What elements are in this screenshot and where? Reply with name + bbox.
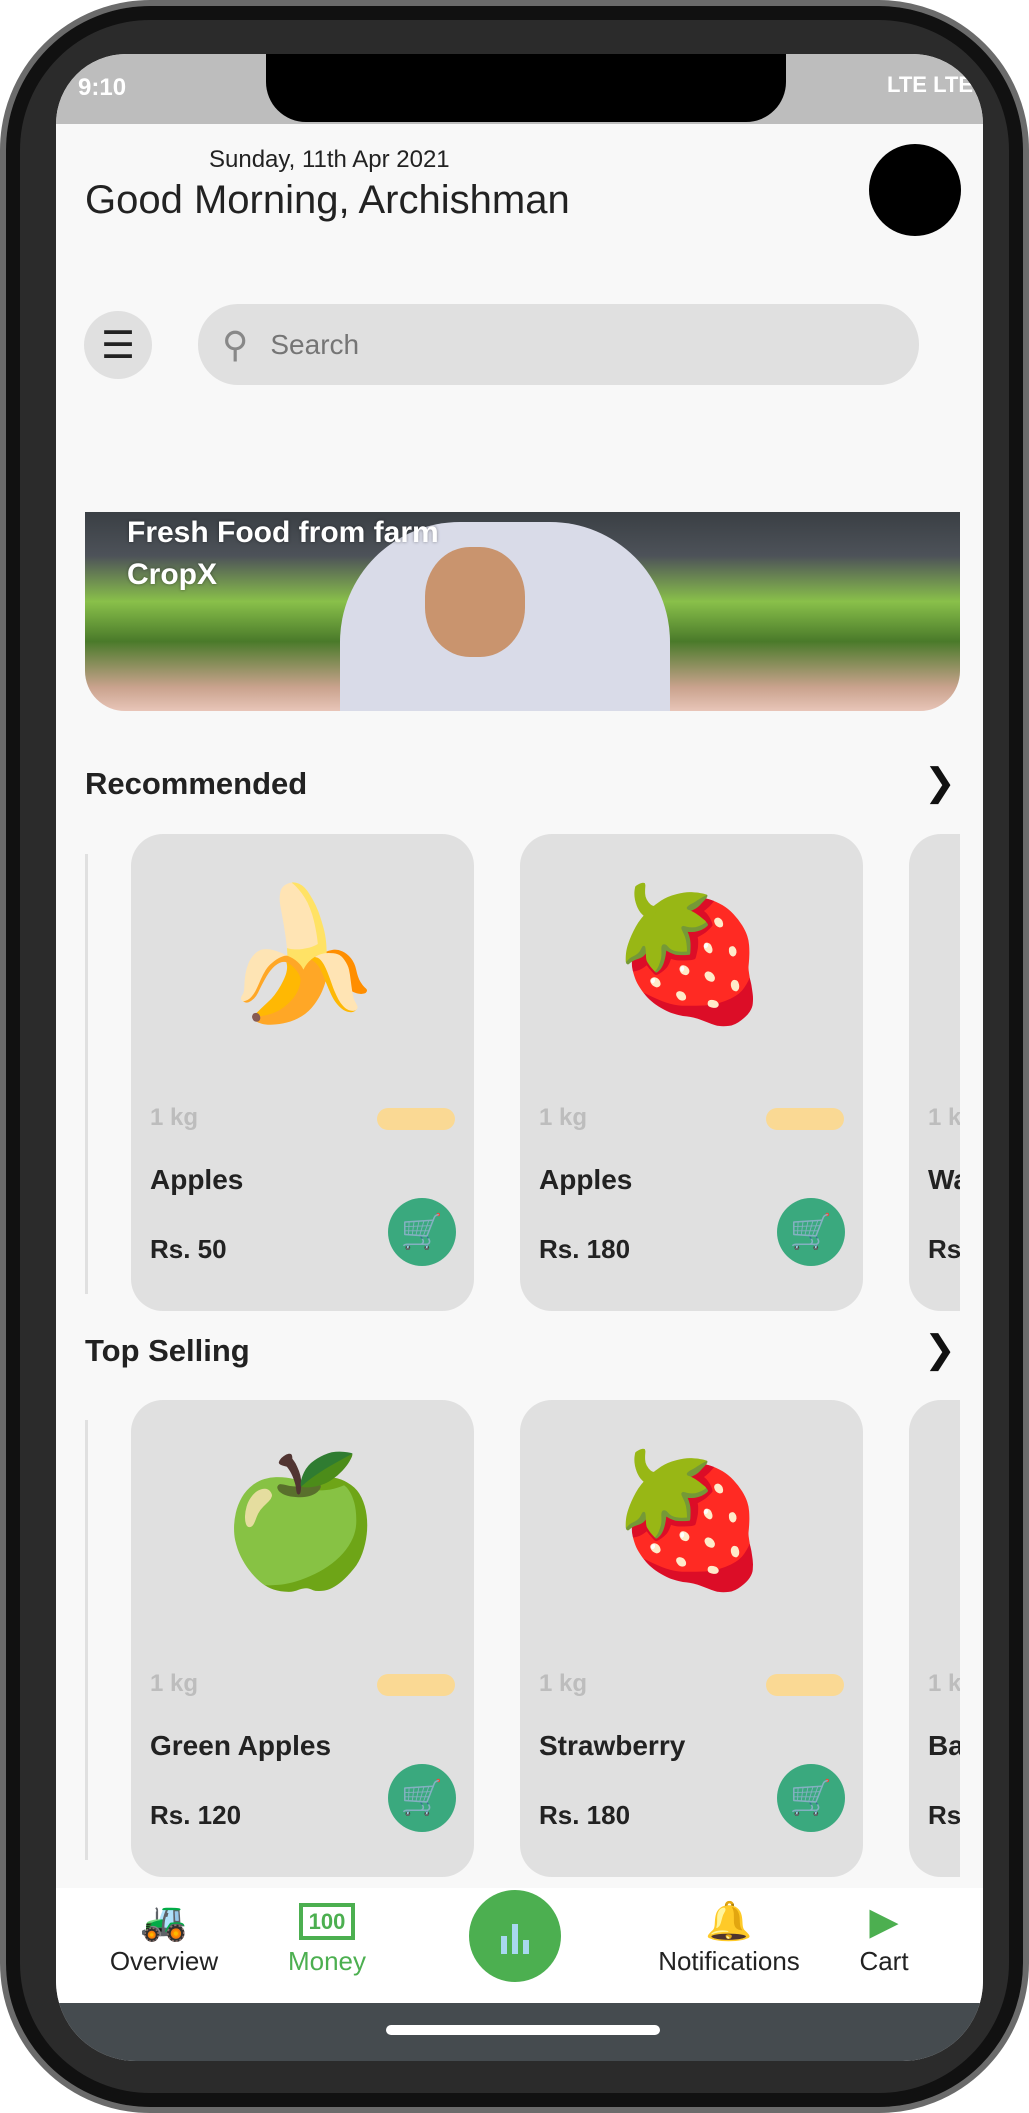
product-name: Ba xyxy=(928,1730,960,1761)
product-tag xyxy=(766,1108,844,1130)
product-card[interactable]: 🍓 1 kg Apples Rs. 180 🛒 xyxy=(520,834,863,1311)
shopping-bag-icon: ▶ xyxy=(869,1901,899,1943)
chevron-right-icon[interactable]: ❯ xyxy=(924,1327,956,1372)
product-weight: 1 kg xyxy=(539,1670,588,1697)
nav-cart[interactable]: ▶ Cart xyxy=(824,1898,944,1977)
status-bar: 9:10 LTE LTE xyxy=(56,54,983,124)
product-price: Rs. 50 xyxy=(150,1234,227,1264)
previous-card-edge xyxy=(85,854,88,1294)
avatar[interactable] xyxy=(869,144,961,236)
promo-banner[interactable]: Fresh Food from farm CropX xyxy=(85,512,960,711)
add-to-cart-button[interactable]: 🛒 xyxy=(777,1198,845,1266)
nav-label: Money xyxy=(287,1946,367,1976)
tractor-icon: 🚜 xyxy=(140,1901,188,1943)
product-weight: 1 k xyxy=(928,1104,960,1131)
product-price: Rs. xyxy=(928,1234,960,1264)
strawberry-image: 🍓 xyxy=(609,1446,771,1593)
cart-icon: 🛒 xyxy=(400,1779,444,1817)
search-input[interactable] xyxy=(270,328,632,361)
nav-label: Overview xyxy=(109,1946,219,1976)
product-card[interactable]: 🍏 1 kg Green Apples Rs. 120 🛒 xyxy=(131,1400,474,1877)
date-label: Sunday, 11th Apr 2021 xyxy=(209,146,450,173)
nav-label: Notifications xyxy=(658,1946,800,1976)
product-card[interactable]: 🍌 1 kg Apples Rs. 50 🛒 xyxy=(131,834,474,1311)
top-selling-row[interactable]: 🍏 1 kg Green Apples Rs. 120 🛒 🍓 1 kg Stra… xyxy=(85,1400,960,1880)
status-time: 9:10 xyxy=(78,74,127,101)
nav-notifications[interactable]: 🔔 Notifications xyxy=(634,1898,824,1977)
product-tag xyxy=(377,1674,455,1696)
chevron-right-icon[interactable]: ❯ xyxy=(924,760,956,805)
menu-button[interactable]: ☰ xyxy=(84,311,152,379)
product-price: Rs. 120 xyxy=(150,1800,242,1830)
gesture-bar xyxy=(56,2003,983,2061)
product-card[interactable]: 🍉 1 k Wa Rs. 🛒 xyxy=(909,834,960,1311)
bar-chart-icon-bar xyxy=(523,1940,529,1954)
recommended-row[interactable]: 🍌 1 kg Apples Rs. 50 🛒 🍓 1 kg Apples Rs. … xyxy=(85,834,960,1314)
cart-icon: 🛒 xyxy=(789,1213,833,1251)
app-screen: 9:10 LTE LTE Sunday, 11th Apr 2021 Good … xyxy=(56,54,983,2061)
product-weight: 1 k xyxy=(928,1670,960,1697)
search-icon: ⚲ xyxy=(222,323,249,365)
product-name: Strawberry xyxy=(539,1730,686,1761)
bar-chart-icon-bar xyxy=(512,1924,518,1954)
home-indicator[interactable] xyxy=(386,2025,660,2035)
add-to-cart-button[interactable]: 🛒 xyxy=(388,1764,456,1832)
section-title-recommended: Recommended xyxy=(85,766,308,801)
product-name: Apples xyxy=(539,1164,633,1195)
add-to-cart-button[interactable]: 🛒 xyxy=(388,1198,456,1266)
product-card[interactable]: 🍌 1 k Ba Rs. 🛒 xyxy=(909,1400,960,1877)
banana-image: 🍌 xyxy=(220,880,382,1027)
strawberry-image: 🍓 xyxy=(609,880,771,1027)
product-price: Rs. 180 xyxy=(539,1800,631,1830)
camera-notch xyxy=(266,54,786,122)
product-name: Apples xyxy=(150,1164,244,1195)
bar-chart-icon xyxy=(501,1936,507,1954)
product-name: Green Apples xyxy=(150,1730,332,1761)
banner-line2: CropX xyxy=(127,558,217,591)
previous-card-edge xyxy=(85,1420,88,1860)
product-name: Wa xyxy=(928,1164,960,1195)
money-icon: 100 xyxy=(247,1898,407,1946)
cart-icon: 🛒 xyxy=(400,1213,444,1251)
product-card[interactable]: 🍓 1 kg Strawberry Rs. 180 🛒 xyxy=(520,1400,863,1877)
nav-money[interactable]: 100 Money xyxy=(247,1898,407,1977)
banner-image-face xyxy=(425,547,525,657)
nav-label: Cart xyxy=(859,1946,909,1976)
product-weight: 1 kg xyxy=(150,1104,199,1131)
add-to-cart-button[interactable]: 🛒 xyxy=(777,1764,845,1832)
product-price: Rs. 180 xyxy=(539,1234,631,1264)
product-tag xyxy=(766,1674,844,1696)
product-weight: 1 kg xyxy=(150,1670,199,1697)
stats-button[interactable] xyxy=(469,1890,561,1982)
green-apple-image: 🍏 xyxy=(220,1446,382,1593)
bell-icon: 🔔 xyxy=(705,1901,753,1943)
product-tag xyxy=(377,1108,455,1130)
bottom-nav: 🚜 Overview 100 Money 🔔 Notifications ▶ Cart xyxy=(56,1888,983,2003)
signal-icons: LTE LTE xyxy=(887,72,973,97)
greeting-title: Good Morning, Archishman xyxy=(85,178,570,222)
search-bar[interactable]: ⚲ xyxy=(198,304,919,385)
cart-icon: 🛒 xyxy=(789,1779,833,1817)
banner-line1: Fresh Food from farm xyxy=(127,516,439,549)
product-price: Rs. xyxy=(928,1800,960,1830)
hamburger-icon: ☰ xyxy=(100,324,136,367)
section-title-top-selling: Top Selling xyxy=(85,1333,250,1368)
product-weight: 1 kg xyxy=(539,1104,588,1131)
banner-text: Fresh Food from farm CropX xyxy=(127,512,439,596)
nav-overview[interactable]: 🚜 Overview xyxy=(84,1898,244,1977)
